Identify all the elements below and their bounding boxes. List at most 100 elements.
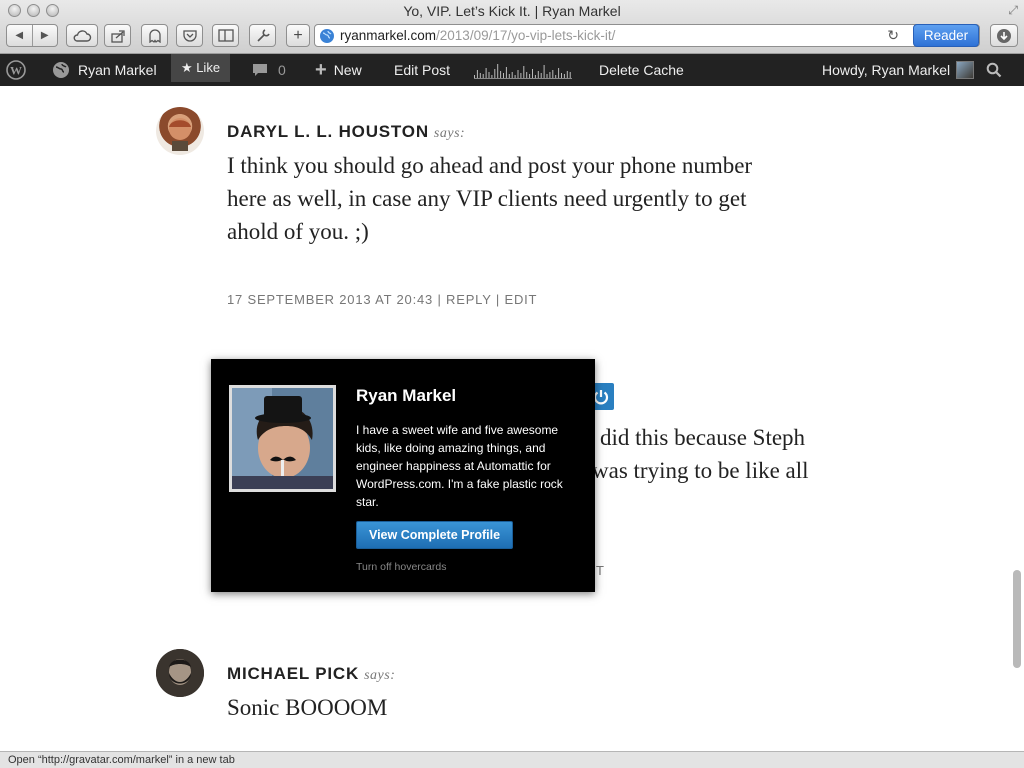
bio-line: WordPress.com. I'm a fake plastic rock: [356, 477, 563, 491]
comment-meta-tail: T: [596, 563, 605, 578]
svg-text:W: W: [10, 64, 22, 78]
comment-line: was trying to be like all: [592, 458, 809, 483]
sparkline-bar: [555, 75, 557, 78]
sparkline-bar: [514, 75, 516, 78]
wp-logo-menu[interactable]: W: [6, 54, 26, 86]
share-button[interactable]: [104, 24, 131, 47]
turn-off-hovercards-link[interactable]: Turn off hovercards: [356, 561, 446, 573]
globe-icon: [53, 62, 69, 78]
sparkline-bar: [566, 71, 568, 78]
address-bar[interactable]: ryanmarkel.com/2013/09/17/yo-vip-lets-ki…: [314, 24, 980, 47]
delete-cache-link[interactable]: Delete Cache: [599, 54, 684, 86]
downloads-button[interactable]: [990, 24, 1018, 47]
edit-post-link[interactable]: Edit Post: [394, 54, 450, 86]
bio-line: engineer happiness at Automattic for: [356, 459, 551, 473]
back-forward-buttons: ◀ ▶: [6, 24, 58, 47]
view-complete-profile-button[interactable]: View Complete Profile: [356, 521, 513, 549]
comment-line: Sonic BOOOOM: [227, 695, 388, 720]
browser-toolbar: ◀ ▶ + ryanmarkel.com/2013/09/17/yo-vip-l…: [0, 22, 1024, 52]
sparkline-bar: [558, 68, 560, 78]
sparkline-bar: [476, 70, 478, 78]
sparkline-bar: [537, 71, 539, 78]
new-label: New: [333, 62, 362, 78]
scrollbar[interactable]: [1013, 570, 1021, 668]
comment-body: Sonic BOOOOM: [227, 691, 387, 724]
comment-line: did this because Steph: [600, 425, 806, 450]
download-icon: [997, 28, 1011, 43]
like-button[interactable]: ★ Like: [171, 54, 230, 82]
url-text[interactable]: ryanmarkel.com/2013/09/17/yo-vip-lets-ki…: [340, 28, 615, 43]
sparkline-bar: [534, 75, 536, 78]
sparkline-bar: [529, 74, 531, 78]
sidebar-button[interactable]: [212, 24, 239, 47]
search-button[interactable]: [986, 54, 1002, 86]
fullscreen-icon[interactable]: ⤢: [1008, 3, 1018, 18]
commenter-photo-icon: [156, 649, 204, 697]
url-host: ryanmarkel.com: [340, 28, 437, 43]
reader-button[interactable]: Reader: [913, 24, 979, 47]
wrench-button[interactable]: [249, 24, 276, 47]
hovercard-avatar[interactable]: [229, 385, 336, 492]
wordpress-logo-icon: W: [6, 60, 26, 80]
sparkline-bar: [488, 72, 490, 78]
hovercard-name[interactable]: Ryan Markel: [356, 386, 456, 406]
browser-chrome: Yo, VIP. Let’s Kick It. | Ryan Markel ⤢ …: [0, 0, 1024, 54]
says-label: says:: [433, 126, 466, 141]
url-path: /2013/09/17/yo-vip-lets-kick-it/: [436, 28, 616, 43]
sparkline-bar: [561, 73, 562, 78]
wp-admin-bar: W Ryan Markel ★ Like 0 + New Edit Post D…: [0, 54, 1024, 86]
comment-body: was trying to be like all: [592, 454, 809, 487]
gravatar-hovercard: Ryan Markel I have a sweet wife and five…: [211, 359, 595, 592]
hovercard-bio: I have a sweet wife and five awesome kid…: [356, 421, 576, 511]
sparkline-bar: [505, 67, 507, 78]
author-name: DARYL L. L. HOUSTON: [227, 122, 429, 141]
howdy-label: Howdy, Ryan Markel: [822, 62, 951, 78]
cloud-icon: [73, 29, 92, 42]
comment-author[interactable]: MICHAEL PICK says:: [227, 664, 395, 684]
sparkline-bar: [503, 73, 504, 78]
says-label: says:: [364, 668, 396, 683]
stats-sparkline[interactable]: [474, 60, 572, 80]
avatar[interactable]: [156, 107, 204, 155]
profile-photo-icon: [232, 388, 333, 489]
sparkline-bar: [479, 73, 481, 78]
window-title: Yo, VIP. Let’s Kick It. | Ryan Markel: [403, 3, 621, 19]
globe-icon: [320, 29, 334, 43]
pocket-button[interactable]: [176, 24, 203, 47]
new-tab-button[interactable]: +: [286, 24, 310, 47]
site-name-menu[interactable]: Ryan Markel: [52, 54, 157, 86]
sidebar-icon: [217, 29, 234, 42]
icloud-tabs-button[interactable]: [66, 24, 98, 47]
comments-count: 0: [278, 62, 286, 78]
sparkline-bar: [563, 74, 565, 78]
comment-bubble-icon: [253, 64, 267, 76]
sparkline-bar: [485, 68, 487, 78]
sparkline-bar: [549, 72, 551, 78]
plus-icon: +: [315, 58, 327, 81]
sparkline-bar: [517, 70, 519, 78]
wrench-icon: [256, 28, 270, 42]
back-icon[interactable]: ◀: [7, 30, 32, 41]
forward-icon[interactable]: ▶: [33, 30, 58, 41]
bio-line: kids, like doing amazing things, and: [356, 441, 546, 455]
comment-author[interactable]: DARYL L. L. HOUSTON says:: [227, 122, 465, 142]
new-content-menu[interactable]: + New: [315, 54, 362, 86]
avatar: [956, 61, 975, 79]
comments-menu[interactable]: 0: [252, 54, 286, 86]
comment-body: I think you should go ahead and post you…: [227, 149, 867, 248]
ghostery-button[interactable]: [141, 24, 168, 47]
plus-icon: +: [293, 26, 303, 44]
commenter-photo-icon: [169, 118, 191, 151]
sparkline-bar: [482, 74, 484, 78]
sparkline-bar: [494, 69, 496, 78]
avatar[interactable]: [156, 649, 204, 697]
bio-line: I have a sweet wife and five awesome: [356, 423, 559, 437]
sparkline-bar: [523, 66, 525, 78]
reload-icon[interactable]: ↻: [887, 27, 899, 44]
ghost-icon: [148, 28, 161, 43]
sparkline-baseline: [474, 78, 572, 79]
comment-meta[interactable]: 17 SEPTEMBER 2013 AT 20:43 | REPLY | EDI…: [227, 292, 537, 307]
sparkline-bar: [497, 64, 499, 78]
share-icon: [110, 29, 125, 43]
my-account-menu[interactable]: Howdy, Ryan Markel: [822, 54, 975, 86]
